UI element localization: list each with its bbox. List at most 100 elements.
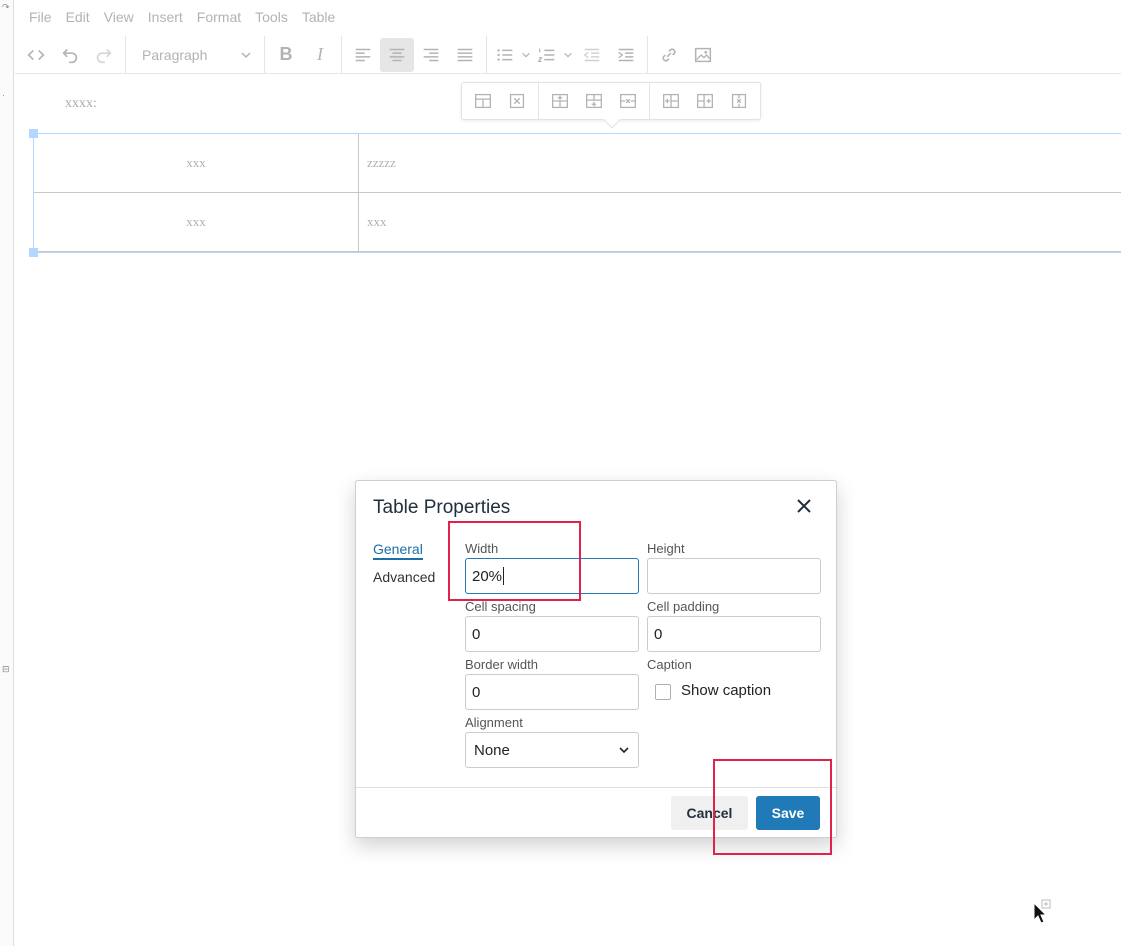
menubar: File Edit View Insert Format Tools Table bbox=[15, 0, 1121, 34]
table-delete-button[interactable] bbox=[500, 84, 534, 118]
toolbar-group-history bbox=[15, 35, 126, 74]
align-left-button[interactable] bbox=[346, 38, 380, 72]
width-input[interactable]: 20% bbox=[465, 558, 639, 594]
col-insert-before-icon bbox=[663, 93, 679, 109]
bold-icon: B bbox=[279, 44, 293, 64]
text-caret bbox=[503, 567, 505, 585]
numbered-list-button[interactable] bbox=[533, 38, 561, 72]
menu-format[interactable]: Format bbox=[191, 0, 247, 34]
menu-insert[interactable]: Insert bbox=[142, 0, 189, 34]
mouse-cursor-icon bbox=[1033, 902, 1047, 924]
bullet-list-button[interactable] bbox=[491, 38, 519, 72]
row-delete-button[interactable] bbox=[611, 84, 645, 118]
block-format-select[interactable]: Paragraph bbox=[130, 38, 260, 72]
resize-handle[interactable] bbox=[29, 129, 38, 138]
link-button[interactable] bbox=[652, 38, 686, 72]
row-insert-after-button[interactable] bbox=[577, 84, 611, 118]
align-right-icon bbox=[423, 48, 439, 61]
main-toolbar: Paragraph B I bbox=[15, 35, 1121, 74]
collapse-icon[interactable]: ⊟ bbox=[2, 664, 10, 674]
align-center-button[interactable] bbox=[380, 37, 414, 72]
chevron-down-icon bbox=[241, 51, 251, 58]
border-width-label: Border width bbox=[465, 657, 538, 672]
table-tools-group-1 bbox=[462, 83, 539, 119]
alignment-select[interactable]: None bbox=[465, 732, 639, 768]
outdent-button[interactable] bbox=[575, 38, 609, 72]
alignment-value: None bbox=[474, 741, 510, 759]
redo-button[interactable] bbox=[87, 38, 121, 72]
border-width-input[interactable]: 0 bbox=[465, 674, 639, 710]
table-cell[interactable]: xxx bbox=[358, 192, 1121, 252]
numbered-list-chevron[interactable] bbox=[561, 38, 575, 72]
table-tools-group-2 bbox=[539, 83, 650, 119]
indent-button[interactable] bbox=[609, 38, 643, 72]
cancel-button[interactable]: Cancel bbox=[671, 796, 748, 830]
outdent-icon bbox=[583, 48, 600, 61]
numbered-list-split[interactable] bbox=[533, 38, 575, 72]
italic-button[interactable]: I bbox=[303, 38, 337, 72]
cell-padding-value: 0 bbox=[654, 625, 663, 643]
cell-padding-label: Cell padding bbox=[647, 599, 720, 614]
col-insert-after-button[interactable] bbox=[688, 84, 722, 118]
image-button[interactable] bbox=[686, 38, 720, 72]
tab-advanced[interactable]: Advanced bbox=[373, 569, 435, 585]
content-table[interactable]: xxx zzzzz xxx xxx bbox=[33, 133, 1121, 252]
menu-table[interactable]: Table bbox=[296, 0, 341, 34]
col-delete-icon bbox=[731, 93, 747, 109]
menu-tools[interactable]: Tools bbox=[249, 0, 294, 34]
menu-view[interactable]: View bbox=[98, 0, 140, 34]
table-cell[interactable]: zzzzz bbox=[358, 133, 1121, 193]
align-justify-icon bbox=[457, 48, 473, 61]
bold-button[interactable]: B bbox=[269, 38, 303, 72]
content-label[interactable]: xxxx: bbox=[65, 96, 97, 112]
table-properties-dialog: Table Properties General Advanced Width … bbox=[355, 480, 837, 838]
show-caption-label[interactable]: Show caption bbox=[681, 682, 771, 699]
row-insert-after-icon bbox=[586, 93, 602, 109]
cell-spacing-label: Cell spacing bbox=[465, 599, 536, 614]
close-icon[interactable] bbox=[794, 496, 814, 516]
chevron-down-icon bbox=[564, 52, 572, 58]
row-insert-before-icon bbox=[552, 93, 568, 109]
resize-handle[interactable] bbox=[29, 248, 38, 257]
image-icon bbox=[694, 47, 712, 62]
bullet-list-icon bbox=[497, 48, 513, 61]
col-insert-after-icon bbox=[697, 93, 713, 109]
row-insert-before-button[interactable] bbox=[543, 84, 577, 118]
align-right-button[interactable] bbox=[414, 38, 448, 72]
table-row: xxx zzzzz bbox=[33, 133, 1121, 193]
show-caption-checkbox[interactable] bbox=[655, 684, 671, 700]
col-insert-before-button[interactable] bbox=[654, 84, 688, 118]
menu-file[interactable]: File bbox=[23, 0, 58, 34]
table-row: xxx xxx bbox=[33, 192, 1121, 252]
gutter-tick-icon: · bbox=[2, 90, 5, 100]
bullet-list-chevron[interactable] bbox=[519, 38, 533, 72]
menu-edit[interactable]: Edit bbox=[60, 0, 96, 34]
table-context-toolbar bbox=[461, 82, 761, 129]
height-input[interactable] bbox=[647, 558, 821, 594]
left-gutter: ↷ · ⊟ bbox=[0, 0, 14, 946]
save-button[interactable]: Save bbox=[756, 796, 820, 830]
bullet-list-split[interactable] bbox=[491, 38, 533, 72]
width-value: 20% bbox=[472, 567, 503, 585]
undo-button[interactable] bbox=[53, 38, 87, 72]
table-cell[interactable]: xxx bbox=[33, 192, 359, 252]
redo-icon bbox=[96, 48, 112, 63]
table-cell[interactable]: xxx bbox=[33, 133, 359, 193]
tab-general[interactable]: General bbox=[373, 541, 423, 560]
chevron-down-icon bbox=[522, 52, 530, 58]
align-center-icon bbox=[389, 48, 405, 61]
table-props-button[interactable] bbox=[466, 84, 500, 118]
toolbar-group-insert bbox=[648, 36, 724, 74]
source-code-icon bbox=[27, 49, 45, 60]
numbered-list-icon bbox=[537, 48, 555, 62]
cell-padding-input[interactable]: 0 bbox=[647, 616, 821, 652]
col-delete-button[interactable] bbox=[722, 84, 756, 118]
toolbar-group-blocks: Paragraph bbox=[126, 35, 265, 74]
block-format-value: Paragraph bbox=[142, 46, 208, 63]
source-code-button[interactable] bbox=[19, 38, 53, 72]
border-width-value: 0 bbox=[472, 683, 481, 701]
cell-spacing-value: 0 bbox=[472, 625, 481, 643]
align-justify-button[interactable] bbox=[448, 38, 482, 72]
cell-spacing-input[interactable]: 0 bbox=[465, 616, 639, 652]
align-left-icon bbox=[355, 48, 371, 61]
